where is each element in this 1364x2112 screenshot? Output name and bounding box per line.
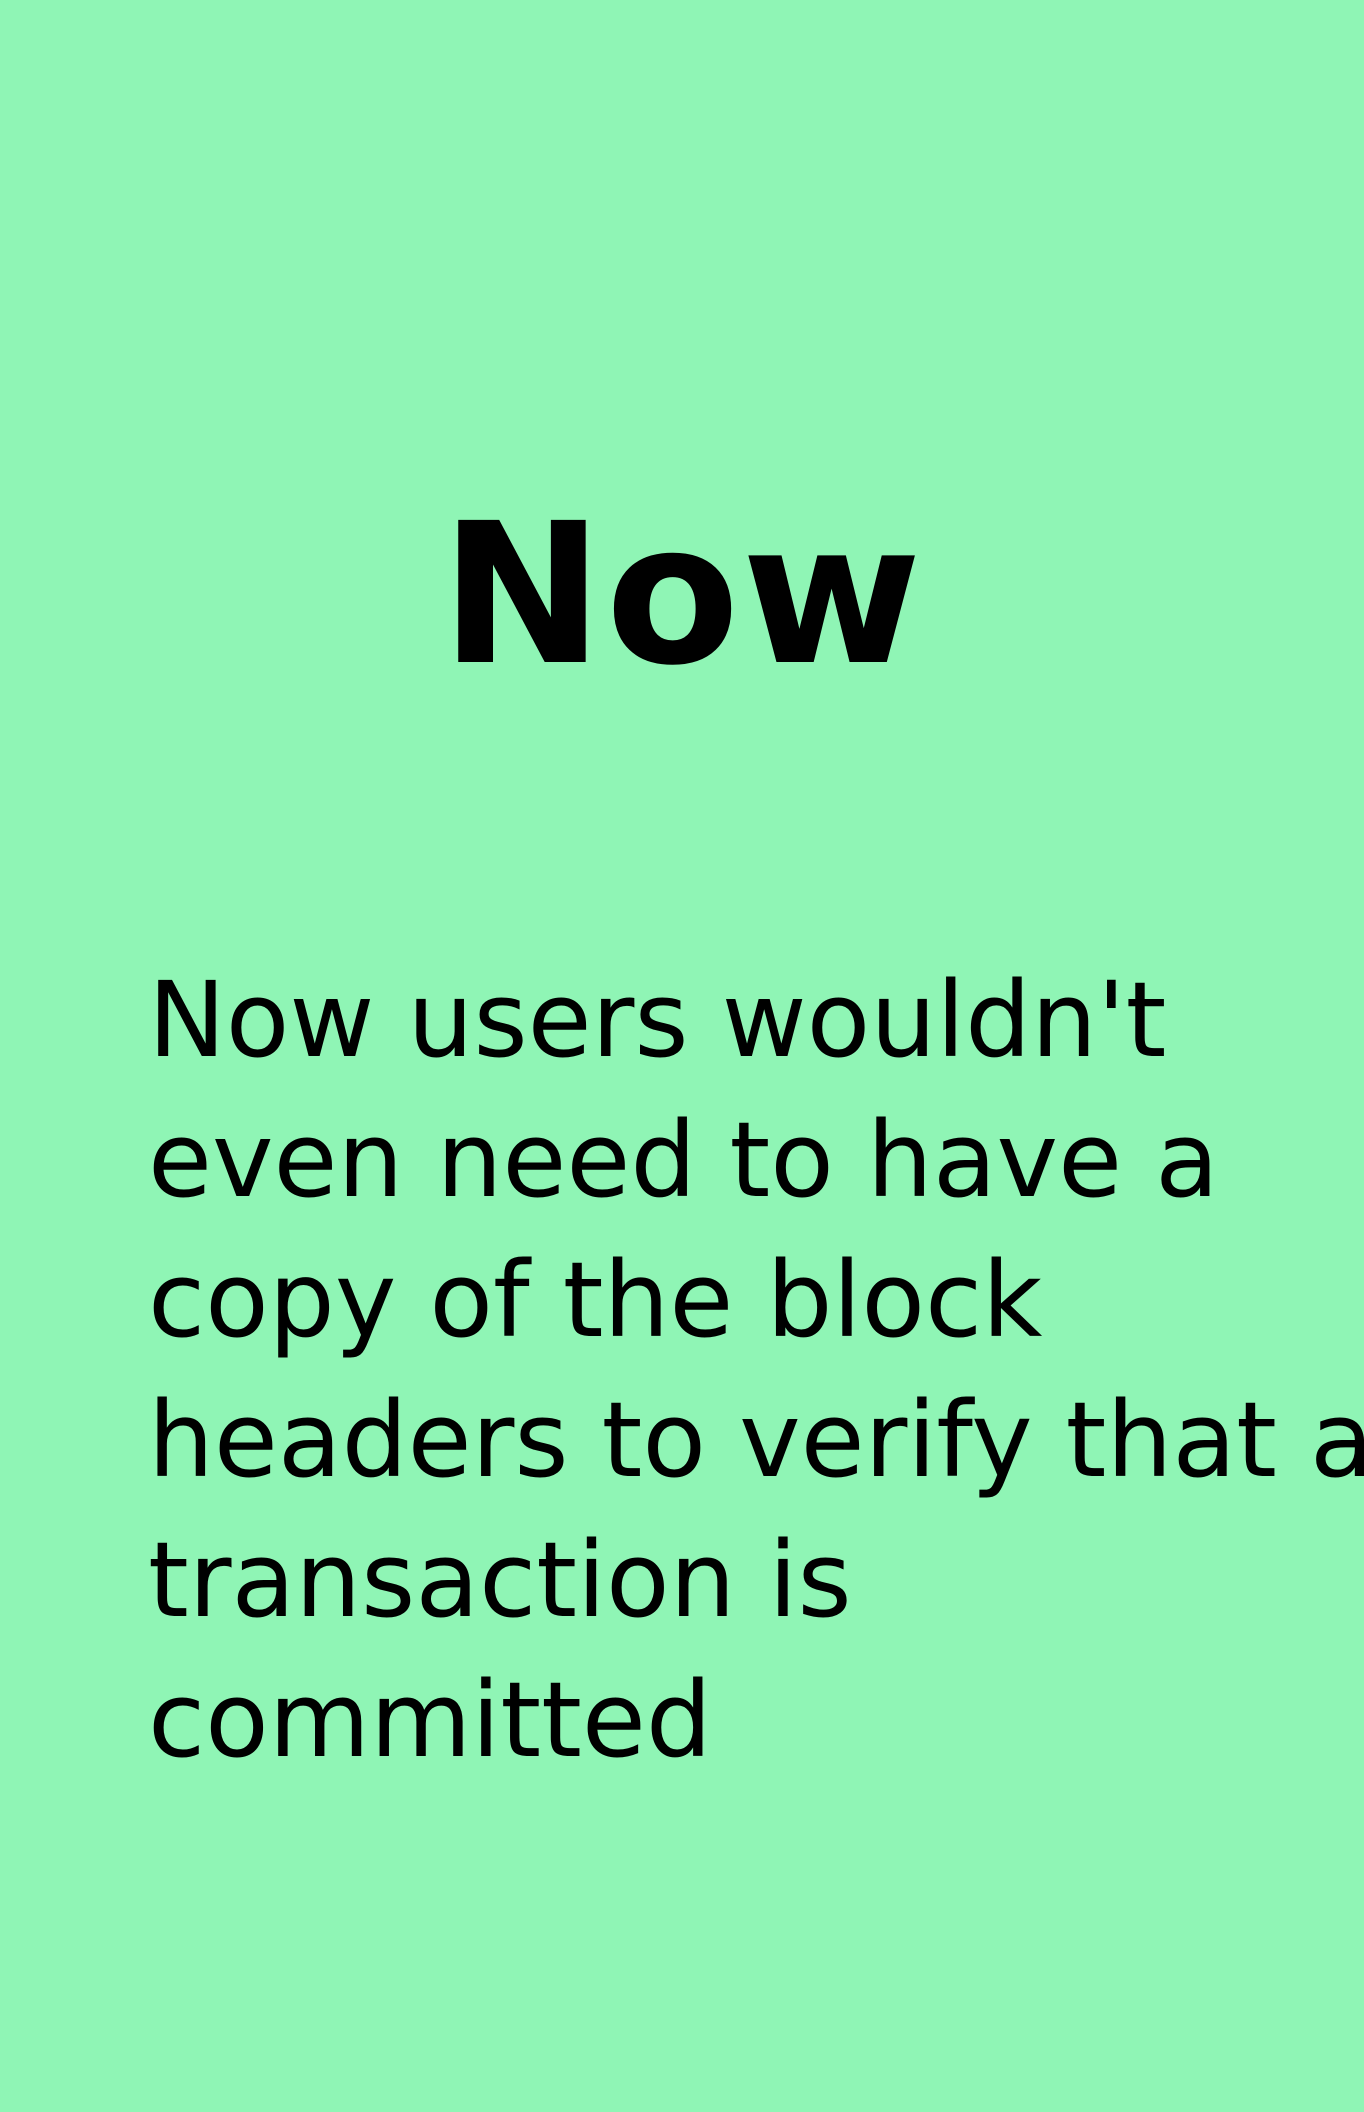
body-line: copy of the block — [148, 1239, 1043, 1361]
body-line: committed — [148, 1659, 712, 1781]
slide-body-text: Now users wouldn't even need to have a c… — [148, 950, 1364, 1790]
body-line: Now users wouldn't — [148, 959, 1167, 1081]
body-line: headers to verify that a — [148, 1379, 1364, 1501]
slide: Now Now users wouldn't even need to have… — [0, 0, 1364, 2112]
body-line: transaction is — [148, 1519, 852, 1641]
body-line: even need to have a — [148, 1099, 1219, 1221]
slide-title: Now — [440, 481, 924, 708]
